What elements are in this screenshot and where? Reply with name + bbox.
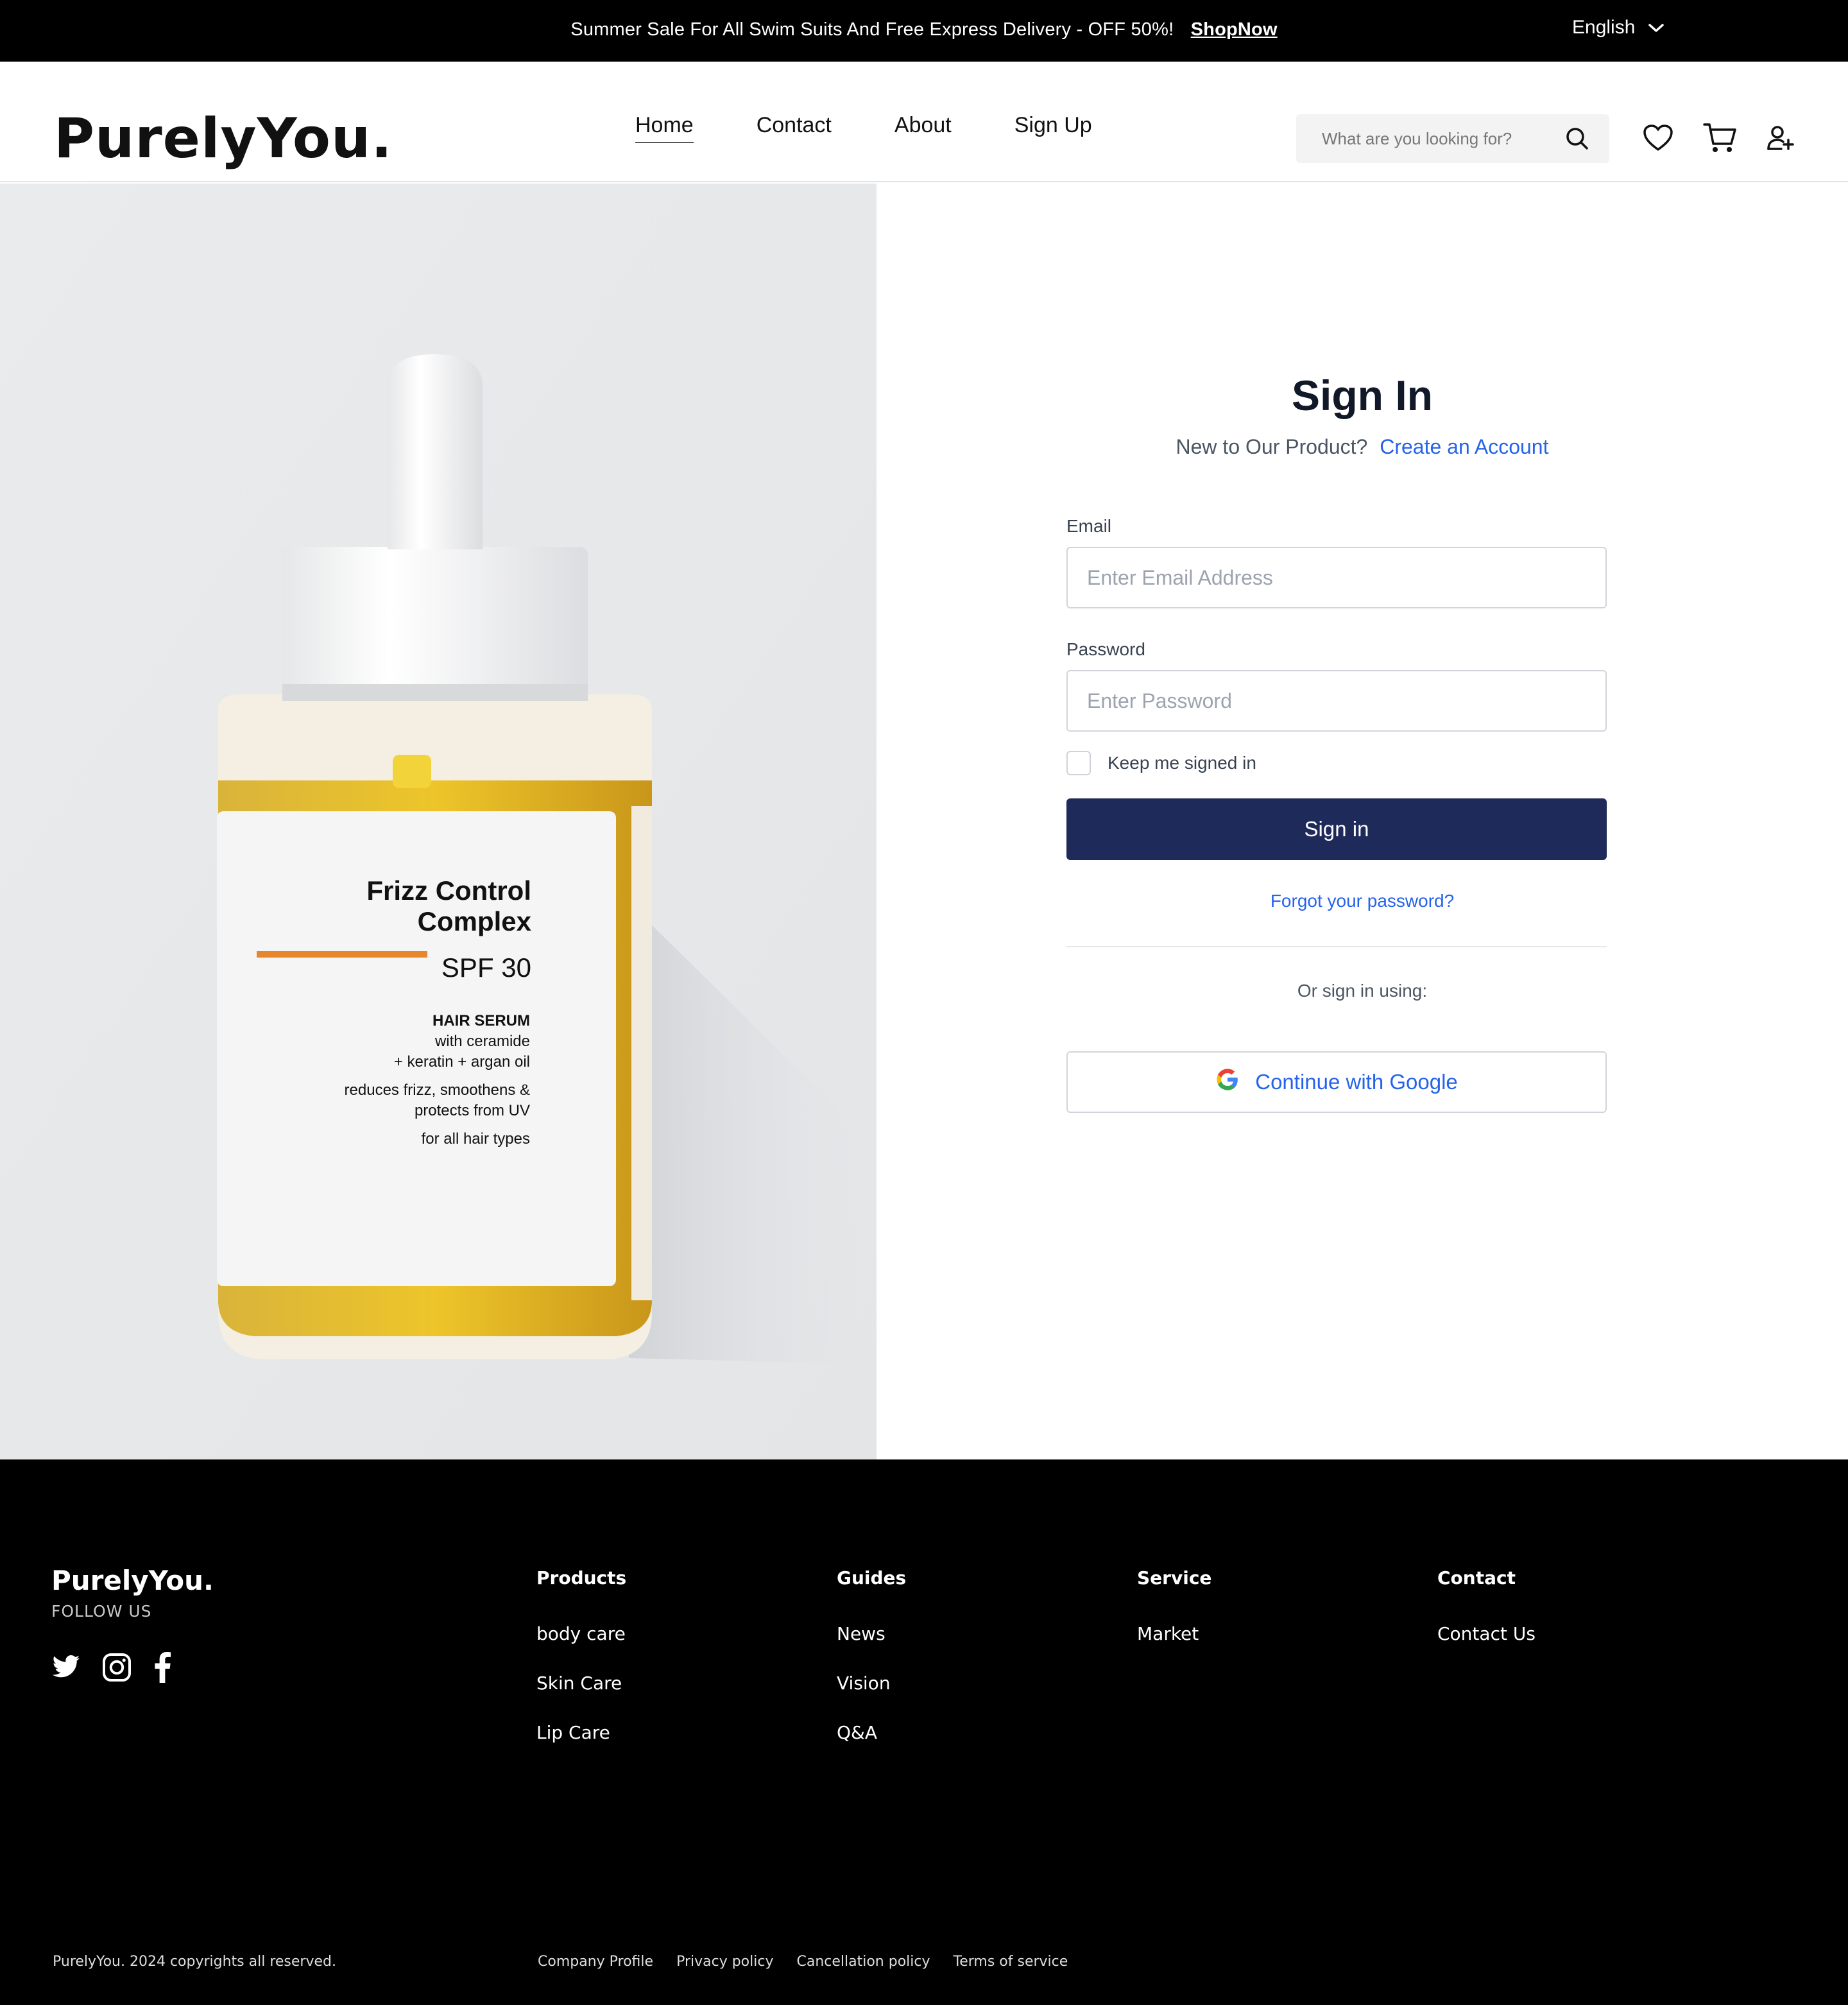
instagram-icon[interactable]: [101, 1652, 132, 1685]
search-input[interactable]: [1296, 114, 1553, 163]
user-add-icon[interactable]: [1767, 125, 1795, 155]
create-account-link[interactable]: Create an Account: [1380, 435, 1548, 458]
social-links: [51, 1652, 172, 1685]
label-title-2: Complex: [418, 906, 532, 936]
footer-column-title: Products: [536, 1567, 627, 1588]
keep-signed-in-label: Keep me signed in: [1108, 753, 1256, 773]
promo-bar: Summer Sale For All Swim Suits And Free …: [0, 0, 1848, 62]
label-line-2: + keratin + argan oil: [394, 1053, 530, 1071]
label-line-1: with ceramide: [434, 1033, 530, 1050]
header-icons: [1643, 122, 1795, 157]
sign-in-button[interactable]: Sign in: [1066, 798, 1607, 860]
sign-in-title: Sign In: [1292, 372, 1433, 419]
label-title-1: Frizz Control: [366, 875, 531, 906]
footer-link[interactable]: Contact Us: [1437, 1623, 1536, 1644]
footer-column-contact: Contact Contact Us: [1437, 1567, 1536, 1673]
promo-text: Summer Sale For All Swim Suits And Free …: [570, 19, 1174, 40]
terms-of-service-link[interactable]: Terms of service: [954, 1954, 1068, 1970]
cart-icon[interactable]: [1703, 122, 1738, 157]
main-nav: Home Contact About Sign Up: [635, 113, 1092, 143]
label-type: HAIR SERUM: [432, 1012, 530, 1029]
footer-column-title: Contact: [1437, 1567, 1516, 1588]
footer-column-products: Products body care Skin Care Lip Care: [536, 1567, 626, 1771]
keep-signed-in-row: Keep me signed in: [1066, 751, 1256, 775]
hero-product-image: Frizz Control Complex SPF 30 HAIR SERUM …: [0, 184, 877, 1459]
password-field[interactable]: [1066, 670, 1607, 732]
footer-link[interactable]: body care: [536, 1623, 626, 1644]
nav-contact[interactable]: Contact: [757, 113, 832, 143]
label-line-4: protects from UV: [415, 1102, 530, 1119]
divider: [1066, 946, 1607, 947]
facebook-icon[interactable]: [153, 1652, 172, 1685]
site-logo[interactable]: PurelyYou.: [54, 107, 393, 171]
sign-in-panel: Sign In New to Our Product? Create an Ac…: [877, 184, 1848, 1459]
follow-us-label: FOLLOW US: [51, 1602, 152, 1621]
new-user-prompt: New to Our Product?: [1176, 435, 1368, 458]
email-label: Email: [1066, 516, 1112, 536]
promo-banner: Summer Sale For All Swim Suits And Free …: [0, 19, 1848, 40]
email-field[interactable]: [1066, 547, 1607, 608]
password-label: Password: [1066, 639, 1145, 659]
google-button-label: Continue with Google: [1255, 1070, 1458, 1094]
twitter-icon[interactable]: [51, 1655, 81, 1683]
footer-column-title: Service: [1137, 1567, 1212, 1588]
footer-link[interactable]: Market: [1137, 1623, 1211, 1644]
footer-link[interactable]: Q&A: [837, 1722, 906, 1743]
sign-in-subtitle: New to Our Product? Create an Account: [877, 435, 1848, 459]
company-profile-link[interactable]: Company Profile: [538, 1954, 653, 1970]
privacy-policy-link[interactable]: Privacy policy: [676, 1954, 773, 1970]
footer-link[interactable]: Skin Care: [536, 1673, 626, 1694]
google-icon: [1215, 1067, 1240, 1097]
language-selector[interactable]: English: [1572, 17, 1664, 39]
label-line-3: reduces frizz, smoothens &: [345, 1081, 530, 1099]
footer-column-service: Service Market: [1137, 1567, 1211, 1673]
footer-column-title: Guides: [837, 1567, 907, 1588]
keep-signed-in-checkbox[interactable]: [1066, 751, 1091, 775]
site-footer: PurelyYou. FOLLOW US Products body care …: [0, 1459, 1848, 2005]
site-header: PurelyYou. Home Contact About Sign Up: [0, 62, 1848, 182]
label-spf: SPF 30: [441, 952, 531, 983]
or-sign-in-text: Or sign in using:: [1297, 981, 1428, 1001]
nav-sign-up[interactable]: Sign Up: [1014, 113, 1092, 143]
footer-legal-links: Company Profile Privacy policy Cancellat…: [538, 1954, 1068, 1970]
footer-logo[interactable]: PurelyYou.: [51, 1565, 214, 1596]
heart-icon[interactable]: [1643, 124, 1673, 155]
cancellation-policy-link[interactable]: Cancellation policy: [796, 1954, 930, 1970]
shop-now-link[interactable]: ShopNow: [1191, 19, 1278, 40]
nav-about[interactable]: About: [894, 113, 952, 143]
google-sign-in-button[interactable]: Continue with Google: [1066, 1051, 1607, 1113]
chevron-down-icon: [1648, 17, 1664, 39]
search-icon[interactable]: [1564, 126, 1590, 155]
nav-home[interactable]: Home: [635, 113, 694, 143]
footer-link[interactable]: News: [837, 1623, 906, 1644]
forgot-password-link[interactable]: Forgot your password?: [877, 891, 1848, 911]
serum-bottle-illustration: Frizz Control Complex SPF 30 HAIR SERUM …: [0, 184, 877, 1459]
search-box: [1296, 114, 1609, 163]
footer-link[interactable]: Lip Care: [536, 1722, 626, 1743]
footer-column-guides: Guides News Vision Q&A: [837, 1567, 906, 1771]
copyright-text: PurelyYou. 2024 copyrights all reserved.: [53, 1954, 336, 1970]
language-label: English: [1572, 17, 1636, 38]
label-line-5: for all hair types: [422, 1130, 530, 1148]
footer-link[interactable]: Vision: [837, 1673, 906, 1694]
